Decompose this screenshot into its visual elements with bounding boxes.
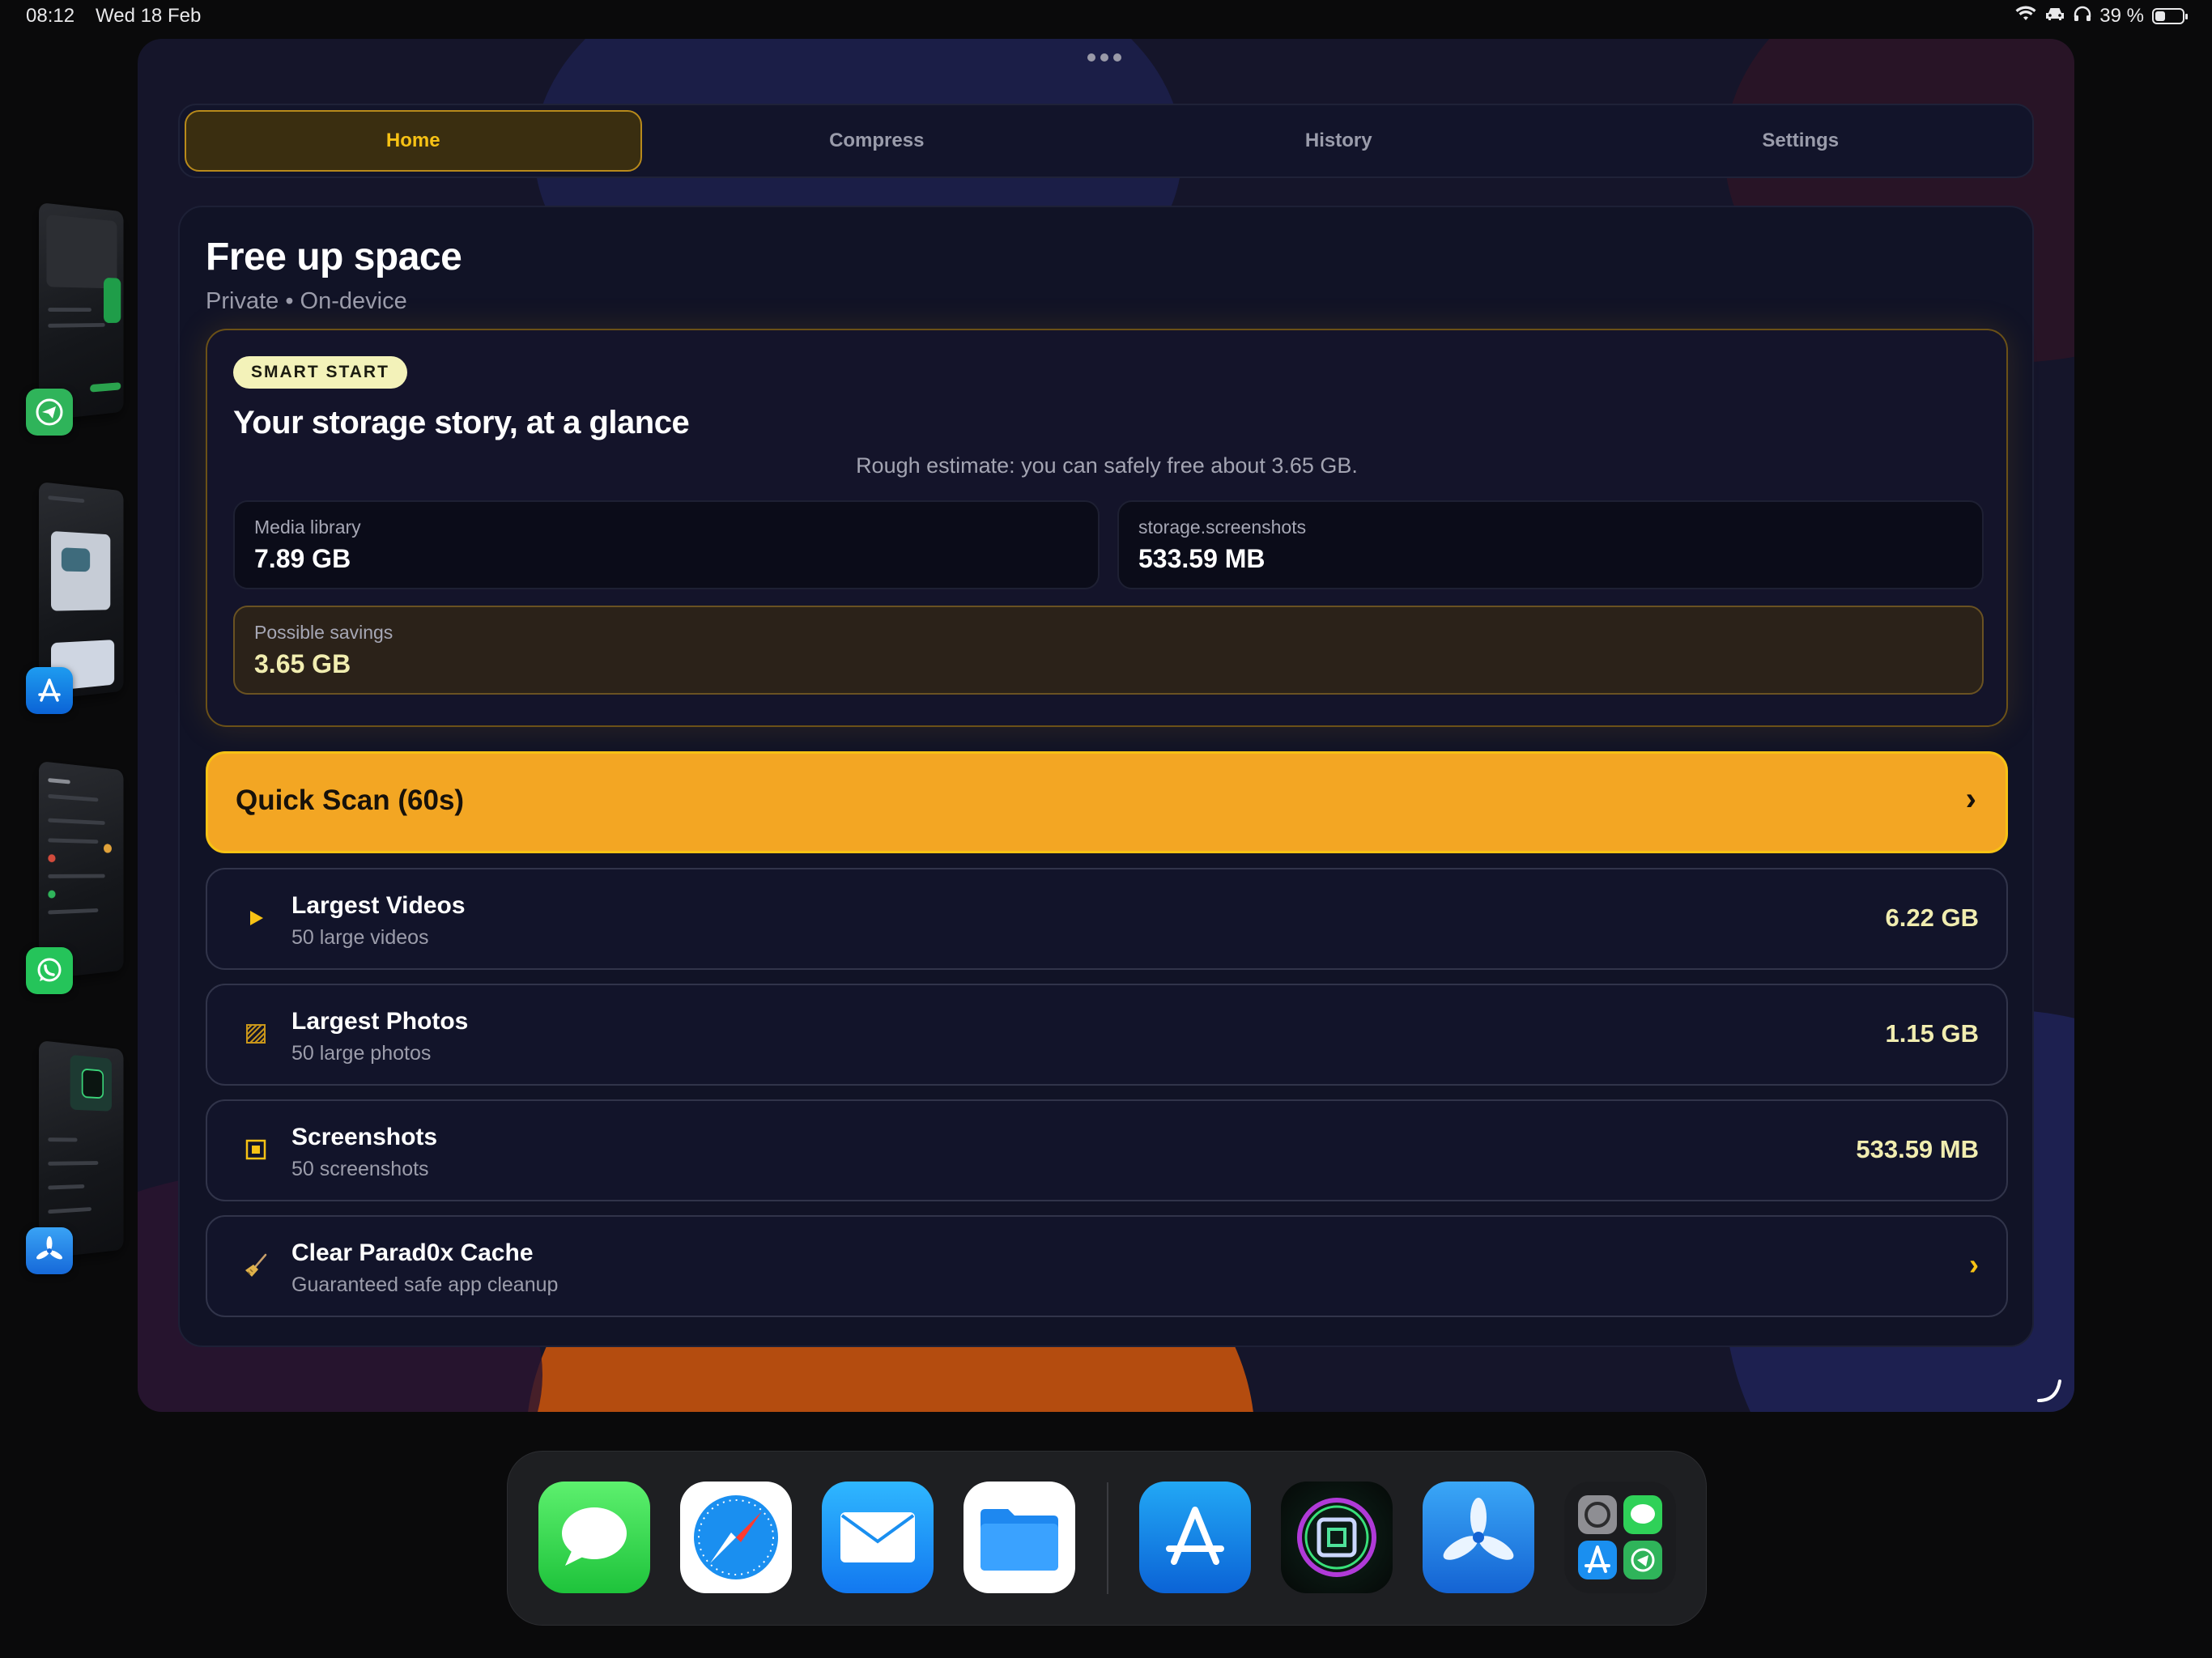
row-title: Largest Videos (291, 892, 466, 920)
status-bar: 08:12 Wed 18 Feb 39 % (0, 0, 2212, 37)
battery-icon (2152, 8, 2184, 24)
stage-thumbnail-testflight[interactable] (39, 1040, 123, 1259)
stat-value: 7.89 GB (254, 544, 351, 574)
stat-value: 3.65 GB (254, 649, 351, 679)
row-subtitle: 50 screenshots (291, 1158, 429, 1181)
stat-media-library: Media library 7.89 GB (233, 500, 1100, 589)
testflight-icon[interactable] (1423, 1482, 1534, 1593)
safari-icon[interactable] (680, 1482, 792, 1593)
smart-card-title: Your storage story, at a glance (233, 405, 689, 441)
stat-label: storage.screenshots (1138, 517, 1306, 538)
screenshot-icon (241, 1135, 270, 1164)
dock (507, 1451, 1707, 1626)
tab-history[interactable]: History (1112, 110, 1566, 172)
row-size: 6.22 GB (1886, 903, 1979, 933)
files-icon[interactable] (963, 1482, 1075, 1593)
dock-separator (1107, 1482, 1108, 1594)
row-clear-cache[interactable]: Clear Parad0x Cache Guaranteed safe app … (206, 1215, 2008, 1317)
chevron-right-icon: › (1969, 1248, 1979, 1282)
page-subtitle: Private • On-device (206, 288, 407, 315)
car-icon (2044, 5, 2065, 28)
quick-scan-label: Quick Scan (60s) (236, 784, 464, 817)
smart-start-badge: SMART START (233, 356, 407, 389)
tab-bar: Home Compress History Settings (178, 104, 2034, 178)
row-largest-photos[interactable]: Largest Photos 50 large photos 1.15 GB (206, 984, 2008, 1086)
battery-percent: 39 % (2099, 5, 2144, 28)
battery-level (2155, 11, 2165, 21)
testflight-icon[interactable] (26, 1227, 73, 1274)
smart-start-card: SMART START Your storage story, at a gla… (206, 329, 2008, 727)
photo-grid-icon (241, 1019, 270, 1048)
page-title: Free up space (206, 235, 462, 279)
telegram-icon[interactable] (26, 389, 73, 436)
row-largest-videos[interactable]: Largest Videos 50 large videos 6.22 GB (206, 868, 2008, 970)
window-resize-handle[interactable] (2035, 1376, 2063, 1404)
app-folder-icon[interactable] (1564, 1482, 1676, 1593)
stat-value: 533.59 MB (1138, 544, 1266, 574)
row-subtitle: 50 large photos (291, 1042, 431, 1065)
tab-compress[interactable]: Compress (650, 110, 1104, 172)
row-size: 533.59 MB (1856, 1135, 1979, 1164)
row-size: 1.15 GB (1886, 1019, 1979, 1048)
mail-icon[interactable] (822, 1482, 934, 1593)
stat-label: Possible savings (254, 622, 393, 644)
row-title: Screenshots (291, 1124, 437, 1151)
stat-label: Media library (254, 517, 361, 538)
row-title: Clear Parad0x Cache (291, 1239, 534, 1267)
tab-settings[interactable]: Settings (1574, 110, 2028, 172)
play-icon (241, 903, 270, 933)
whatsapp-icon[interactable] (26, 947, 73, 994)
wifi-icon (2015, 5, 2036, 28)
headphones-icon (2074, 5, 2091, 28)
row-screenshots[interactable]: Screenshots 50 screenshots 533.59 MB (206, 1099, 2008, 1201)
stat-possible-savings: Possible savings 3.65 GB (233, 606, 1984, 695)
row-subtitle: 50 large videos (291, 926, 429, 950)
app-window: Home Compress History Settings Free up s… (138, 39, 2074, 1412)
broom-icon (241, 1251, 270, 1280)
window-grabber[interactable] (1087, 53, 1121, 62)
app-store-icon[interactable] (1139, 1482, 1251, 1593)
messages-icon[interactable] (538, 1482, 650, 1593)
row-title: Largest Photos (291, 1008, 468, 1035)
savings-estimate-text: Rough estimate: you can safely free abou… (207, 453, 2006, 478)
main-panel: Free up space Private • On-device SMART … (178, 206, 2034, 1347)
parad0x-icon[interactable] (1281, 1482, 1393, 1593)
chevron-right-icon: › (1966, 781, 1976, 818)
status-date: Wed 18 Feb (96, 5, 201, 28)
status-time: 08:12 (26, 5, 74, 28)
tab-home[interactable]: Home (185, 110, 642, 172)
status-indicators: 39 % (2015, 5, 2184, 28)
stat-screenshots: storage.screenshots 533.59 MB (1117, 500, 1984, 589)
quick-scan-button[interactable]: Quick Scan (60s) › (206, 751, 2008, 853)
app-store-icon[interactable] (26, 667, 73, 714)
row-subtitle: Guaranteed safe app cleanup (291, 1273, 558, 1297)
